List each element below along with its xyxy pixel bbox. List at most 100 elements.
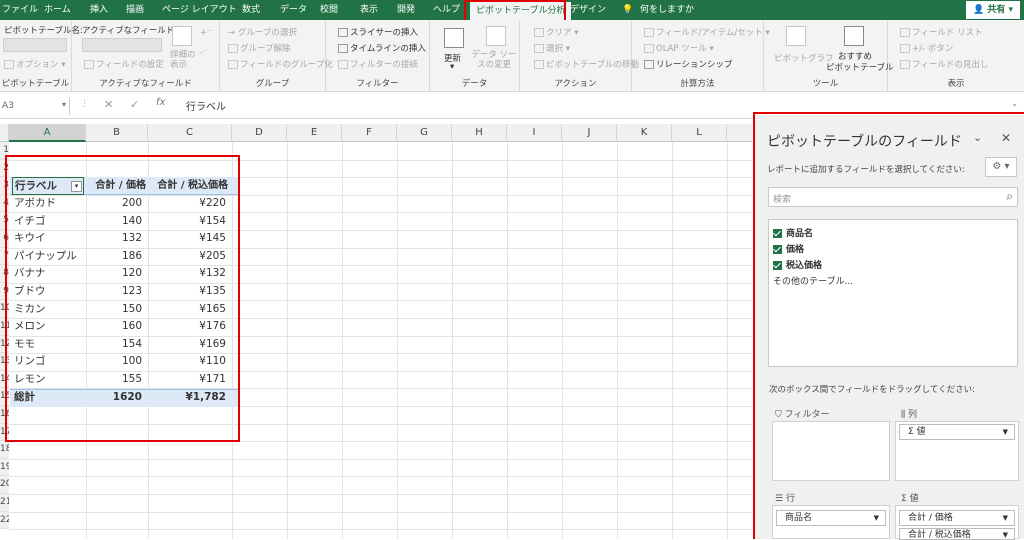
column-header-l[interactable]: L (672, 124, 727, 142)
ungroup-icon (228, 44, 238, 53)
group-label-calculations: 計算方法 (680, 79, 715, 89)
column-header-c[interactable]: C (148, 124, 232, 142)
tab-insert[interactable]: 挿入 (90, 0, 108, 20)
filter-connection-icon (338, 60, 348, 69)
tab-file[interactable]: ファイル (2, 0, 38, 20)
group-data: 更新 ▾ データ ソースの変更 データ (430, 20, 520, 92)
person-icon: 👤 (972, 5, 985, 15)
group-selection-button[interactable]: → グループの選択 (228, 26, 297, 38)
tab-help[interactable]: ヘルプ (433, 0, 460, 20)
change-source-button[interactable]: データ ソースの変更 (470, 50, 518, 70)
select-icon (534, 44, 544, 53)
ribbon: ピボットテーブル名: オプション ▾ ピボットテーブル アクティブなフィールド:… (0, 20, 1024, 92)
row-header[interactable]: 21 (0, 494, 9, 512)
recommended-pivot-icon (844, 26, 864, 46)
name-box[interactable]: A3 (0, 97, 70, 115)
expand-icon[interactable]: +⁻ (200, 28, 212, 38)
group-field-button[interactable]: フィールドのグループ化 (228, 58, 333, 70)
select-button[interactable]: 選択 ▾ (534, 42, 570, 54)
tab-view[interactable]: 表示 (360, 0, 378, 20)
tell-me-search[interactable]: 何をしますか (640, 0, 694, 20)
grid-vline (727, 142, 728, 539)
grid-vline (507, 142, 508, 539)
pivot-name-input[interactable] (3, 38, 67, 52)
tab-page-layout[interactable]: ページ レイアウト (162, 0, 237, 20)
detail-display-button[interactable]: 詳細の表示 (170, 50, 198, 70)
lightbulb-icon: 💡 (622, 5, 634, 15)
field-settings-button[interactable]: フィールドの設定 (84, 58, 164, 70)
column-header-g[interactable]: G (397, 124, 452, 142)
group-label-filter: フィルター (356, 79, 399, 89)
active-field-input[interactable] (82, 38, 162, 52)
tab-developer[interactable]: 開発 (397, 0, 415, 20)
group-active-field: アクティブなフィールド: フィールドの設定 詳細の表示 +⁻ -⁻ アクティブな… (72, 20, 220, 92)
move-pivot-button[interactable]: ピボットテーブルの移動 (534, 58, 639, 70)
filter-connections-button[interactable]: フィルターの接続 (338, 58, 418, 70)
group-actions: クリア ▾ 選択 ▾ ピボットテーブルの移動 アクション (520, 20, 639, 92)
grid-hline (9, 458, 752, 460)
field-headers-icon (900, 60, 910, 69)
column-header-k[interactable]: K (617, 124, 672, 142)
row-header[interactable]: 19 (0, 458, 9, 477)
olap-tools-button[interactable]: OLAP ツール ▾ (644, 42, 714, 54)
group-group: → グループの選択 グループ解除 フィールドのグループ化 グループ (220, 20, 333, 92)
group-label-actions: アクション (554, 79, 597, 89)
row-header[interactable]: 22 (0, 511, 9, 530)
grid-hline (9, 529, 752, 531)
options-icon (4, 60, 14, 69)
group-label-group: グループ (255, 79, 290, 89)
tab-formulas[interactable]: 数式 (242, 0, 260, 20)
insert-timeline-button[interactable]: タイムラインの挿入 (338, 42, 426, 54)
column-header-d[interactable]: D (232, 124, 287, 142)
namebox-dropdown-icon[interactable]: ▾ (62, 100, 66, 109)
column-header-h[interactable]: H (452, 124, 507, 142)
ungroup-button[interactable]: グループ解除 (228, 42, 291, 54)
pivot-chart-button[interactable]: ピボットグラフ (774, 52, 834, 64)
cancel-icon[interactable]: ✕ (104, 98, 113, 111)
column-header-e[interactable]: E (287, 124, 342, 142)
expand-formula-icon[interactable]: ⌄ (1011, 99, 1018, 108)
tab-review[interactable]: 校閲 (320, 0, 338, 20)
collapse-icon[interactable]: -⁻ (200, 48, 208, 58)
row-header[interactable]: 18 (0, 441, 9, 459)
pivot-chart-icon (786, 26, 806, 46)
tab-data[interactable]: データ (280, 0, 307, 20)
recommended-pivot-label-2[interactable]: ピボットテーブル (826, 61, 894, 73)
grid-vline (452, 142, 453, 539)
olap-icon (644, 44, 654, 53)
column-header-i[interactable]: I (507, 124, 562, 142)
slicer-icon (338, 28, 348, 37)
group-label-tools: ツール (812, 79, 839, 89)
options-button[interactable]: オプション ▾ (4, 58, 65, 70)
plusminus-button[interactable]: +/- ボタン (900, 42, 953, 54)
column-header-f[interactable]: F (342, 124, 397, 142)
column-header-j[interactable]: J (562, 124, 617, 142)
refresh-dropdown-icon[interactable]: ▾ (450, 62, 454, 72)
clear-button[interactable]: クリア ▾ (534, 26, 578, 38)
clear-icon (534, 28, 544, 37)
grid-hline (9, 494, 752, 495)
grid-vline (672, 142, 673, 539)
column-headers: A B C D E F G H I J K L (0, 124, 752, 142)
group-label-pivottable: ピボットテーブル (1, 79, 70, 89)
column-header-a[interactable]: A (9, 124, 86, 142)
share-button[interactable]: 👤 共有 ▾ (965, 1, 1020, 19)
group-pivottable: ピボットテーブル名: オプション ▾ ピボットテーブル (0, 20, 83, 92)
tab-draw[interactable]: 描画 (126, 0, 144, 20)
highlight-pivot-box (5, 155, 240, 442)
grid-vline (397, 142, 398, 539)
move-icon (534, 60, 544, 69)
insert-slicer-button[interactable]: スライサーの挿入 (338, 26, 418, 38)
tab-home[interactable]: ホーム (44, 0, 71, 20)
tab-design[interactable]: デザイン (570, 0, 606, 20)
formula-input[interactable]: 行ラベル (186, 98, 226, 113)
row-header[interactable]: 20 (0, 476, 9, 494)
fields-items-sets-button[interactable]: フィールド/アイテム/セット ▾ (644, 26, 770, 38)
enter-icon[interactable]: ✓ (130, 98, 139, 111)
field-headers-button[interactable]: フィールドの見出し (900, 58, 988, 70)
select-all-corner[interactable] (0, 124, 9, 142)
column-header-b[interactable]: B (86, 124, 148, 142)
insert-function-button[interactable]: fx (156, 97, 165, 108)
field-list-button[interactable]: フィールド リスト (900, 26, 983, 38)
relationships-button[interactable]: リレーションシップ (644, 58, 732, 70)
